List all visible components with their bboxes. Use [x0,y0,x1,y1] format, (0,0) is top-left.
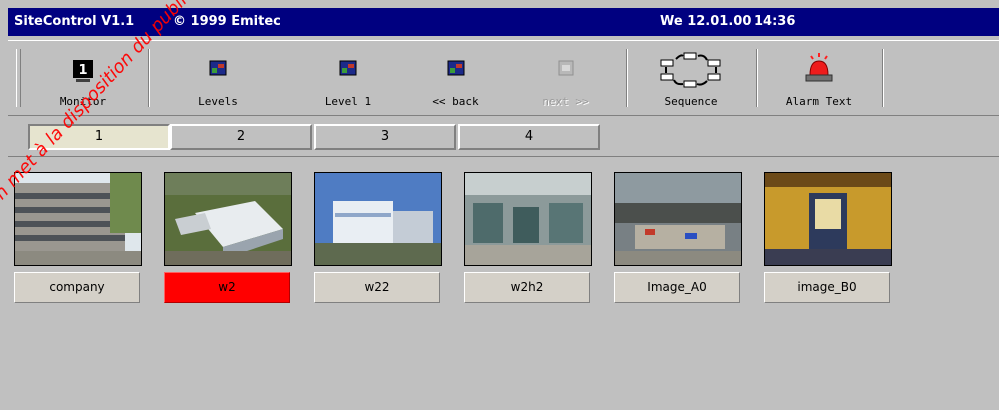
toolbar-separator [626,49,628,107]
copyright-text: © 1999 Emitec [173,14,281,29]
svg-text:1: 1 [78,63,87,78]
alarm-icon [802,51,836,88]
image-thumbnail[interactable] [464,172,592,266]
app-title: SiteControl V1.1 [14,14,135,29]
levels-icon [208,59,228,82]
image-thumbnail[interactable] [14,172,142,266]
tab-2[interactable]: 2 [170,124,312,150]
toolbar-separator [756,49,758,107]
sequence-label: Sequence [664,95,718,108]
alarm-text-label: Alarm Text [785,95,853,108]
date-text: We 12.01.00 [660,14,752,29]
image-label[interactable]: image_B0 [764,272,890,303]
back-label: << back [432,95,479,108]
image-label[interactable]: company [14,272,140,303]
image-thumbnail[interactable] [164,172,292,266]
next-label: next >> [542,95,589,108]
image-label[interactable]: w2 [164,272,290,303]
image-label[interactable]: Image_A0 [614,272,740,303]
image-gallery: company w2 w22 w2h2 Image_A0 image_B0 [8,158,999,410]
next-icon [556,59,576,82]
tab-4[interactable]: 4 [458,124,600,150]
level-icon [338,59,358,82]
sequence-button[interactable]: Sequence [630,47,752,109]
toolbar: 1 Monitor Levels Level 1 << back next >>… [8,40,999,116]
toolbar-separator [882,49,884,107]
image-label[interactable]: w2h2 [464,272,590,303]
next-button[interactable]: next >> [513,47,618,109]
levels-button[interactable]: Levels [158,47,278,109]
image-label[interactable]: w22 [314,272,440,303]
toolbar-separator [148,49,150,107]
level-tabs: 1 2 3 4 [8,116,999,157]
back-icon [446,59,466,82]
alarm-text-button[interactable]: Alarm Text [760,47,878,109]
image-thumbnail[interactable] [614,172,742,266]
time-text: 14:36 [754,14,796,29]
tab-3[interactable]: 3 [314,124,456,150]
level1-label: Level 1 [324,95,372,108]
level1-button[interactable]: Level 1 [288,47,408,109]
image-thumbnail[interactable] [314,172,442,266]
toolbar-grip[interactable] [16,49,21,107]
levels-label: Levels [198,95,238,108]
back-button[interactable]: << back [403,47,508,109]
sequence-icon [656,51,726,92]
image-thumbnail[interactable] [764,172,892,266]
